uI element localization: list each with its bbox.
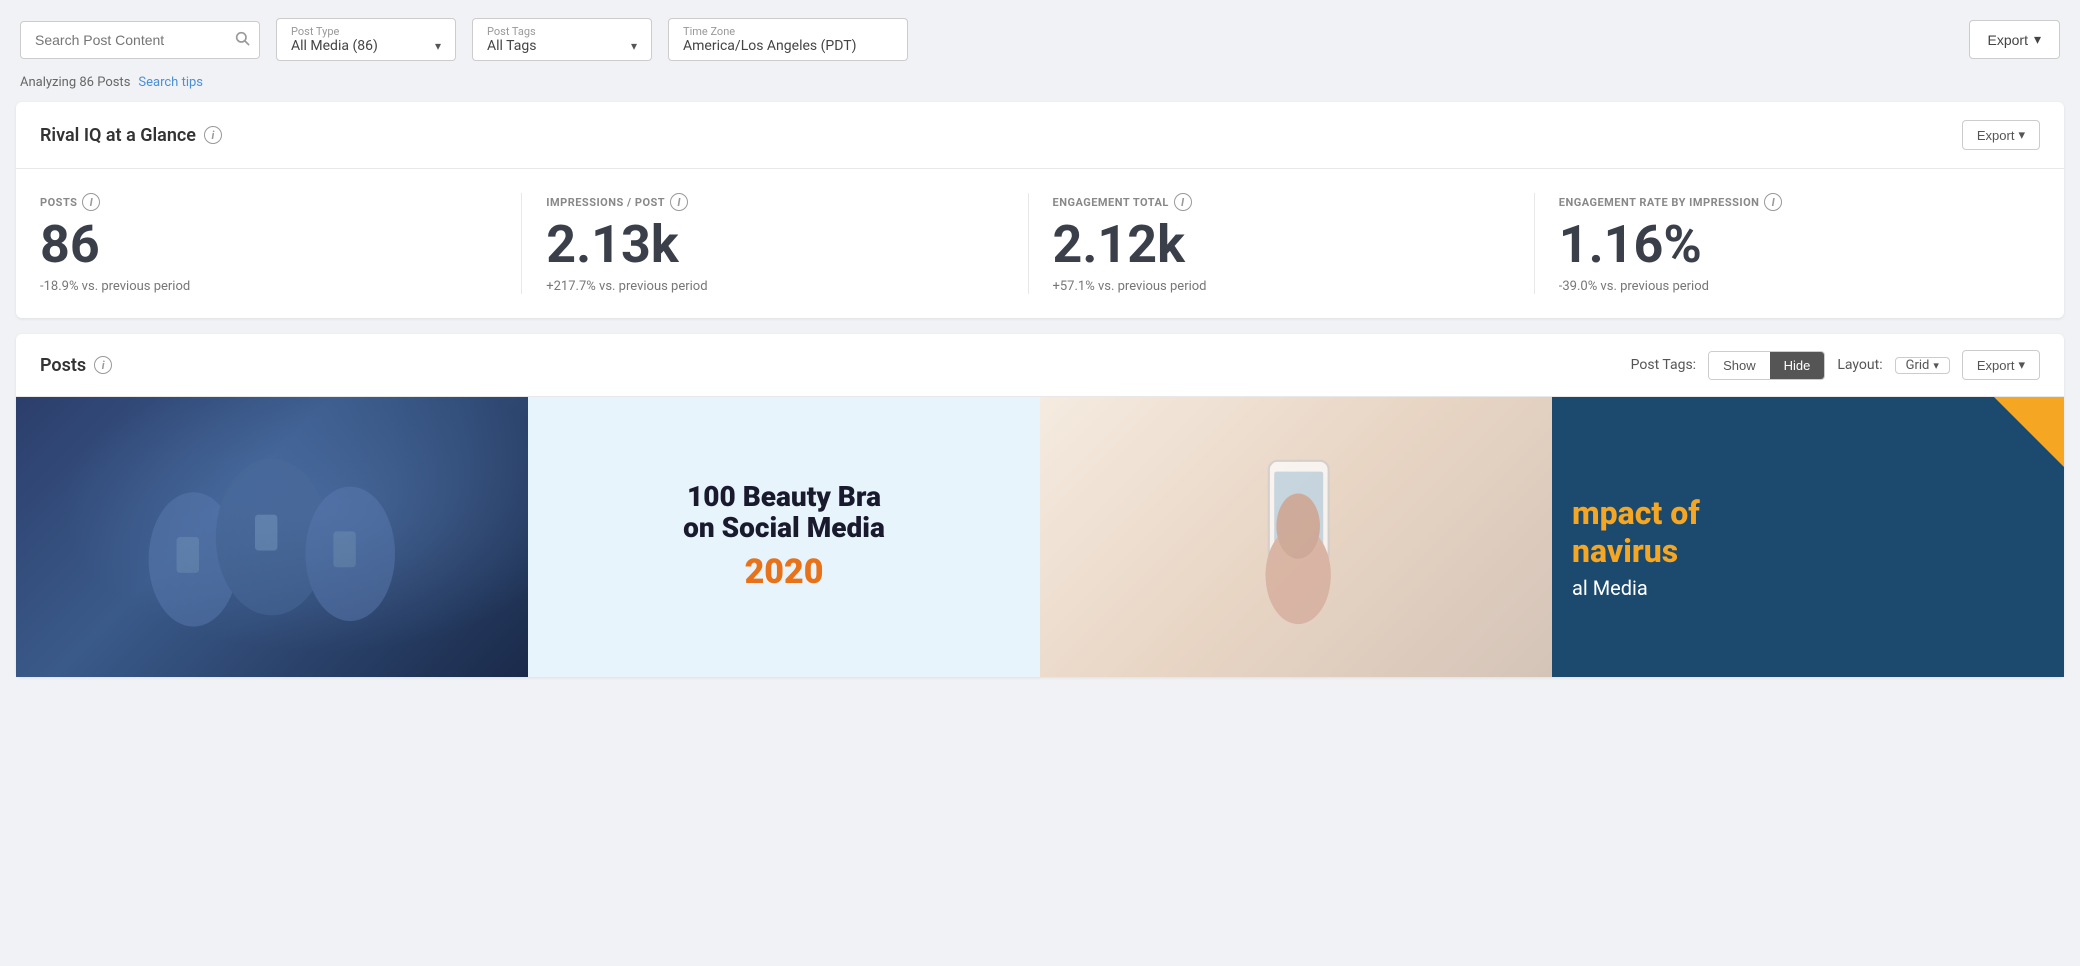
stat-value-engagement-total: 2.12k — [1053, 219, 1510, 271]
posts-info-icon[interactable]: i — [94, 356, 112, 374]
post-thumb-3[interactable] — [1040, 397, 1552, 677]
analyzing-text: Analyzing 86 Posts — [20, 75, 130, 90]
posts-title-wrapper: Posts i — [40, 355, 112, 376]
impact-text-1: mpact of — [1572, 494, 1700, 532]
post-type-dropdown[interactable]: Post Type All Media (86) ▾ — [276, 18, 456, 61]
chevron-down-icon-5: ▾ — [1933, 359, 1939, 372]
search-tips-link[interactable]: Search tips — [138, 75, 203, 90]
search-input[interactable] — [20, 21, 260, 59]
post-image-1 — [16, 397, 528, 677]
chevron-down-icon-4: ▾ — [2018, 127, 2025, 143]
export-button-top[interactable]: Export ▾ — [1969, 20, 2061, 59]
posts-export-label: Export — [1977, 358, 2015, 373]
search-wrapper — [20, 21, 260, 59]
post-tags-value: All Tags ▾ — [487, 38, 637, 54]
post-tags-show-button[interactable]: Show — [1709, 352, 1770, 379]
posts-card: Posts i Post Tags: Show Hide Layout: Gri… — [16, 334, 2064, 677]
layout-grid-label: Grid — [1906, 358, 1930, 373]
stat-label-engagement-rate: ENGAGEMENT RATE BY IMPRESSION i — [1559, 193, 2016, 211]
export-label: Export — [1988, 32, 2028, 48]
stat-label-engagement-total: ENGAGEMENT TOTAL i — [1053, 193, 1510, 211]
stat-label-impressions: IMPRESSIONS / POST i — [546, 193, 1003, 211]
posts-export-button[interactable]: Export ▾ — [1962, 350, 2040, 380]
chevron-down-icon: ▾ — [435, 39, 441, 53]
chevron-down-icon-6: ▾ — [2018, 357, 2025, 373]
stat-label-posts: POSTS i — [40, 193, 497, 211]
timezone-label: Time Zone — [683, 25, 893, 38]
stat-info-icon-rate[interactable]: i — [1764, 193, 1782, 211]
post-type-label: Post Type — [291, 25, 441, 38]
beauty-brands-text-1: 100 Beauty Bra — [687, 480, 881, 513]
glance-export-label: Export — [1977, 128, 2015, 143]
top-bar: Post Type All Media (86) ▾ Post Tags All… — [0, 0, 2080, 71]
stat-change-impressions: +217.7% vs. previous period — [546, 279, 1003, 294]
glance-header: Rival IQ at a Glance i Export ▾ — [16, 102, 2064, 169]
layout-toggle[interactable]: Grid ▾ — [1895, 357, 1950, 374]
post-thumb-2[interactable]: 100 Beauty Bra on Social Media 2020 — [528, 397, 1040, 677]
glance-card: Rival IQ at a Glance i Export ▾ POSTS i … — [16, 102, 2064, 318]
beauty-brands-text-2: on Social Media — [683, 511, 885, 544]
glance-export-button[interactable]: Export ▾ — [1962, 120, 2040, 150]
stat-info-icon-engagement[interactable]: i — [1174, 193, 1192, 211]
timezone-value: America/Los Angeles (PDT) — [683, 38, 893, 54]
glance-info-icon[interactable]: i — [204, 126, 222, 144]
post-image-3 — [1040, 397, 1552, 677]
search-icon — [234, 30, 250, 50]
post-thumb-1[interactable] — [16, 397, 528, 677]
stat-info-icon-impressions[interactable]: i — [670, 193, 688, 211]
stat-cell-engagement-rate: ENGAGEMENT RATE BY IMPRESSION i 1.16% -3… — [1559, 193, 2040, 294]
stat-cell-engagement-total: ENGAGEMENT TOTAL i 2.12k +57.1% vs. prev… — [1053, 193, 1535, 294]
beauty-brands-year: 2020 — [745, 552, 824, 592]
stat-cell-impressions: IMPRESSIONS / POST i 2.13k +217.7% vs. p… — [546, 193, 1028, 294]
post-tags-label: Post Tags — [487, 25, 637, 38]
stat-change-engagement-total: +57.1% vs. previous period — [1053, 279, 1510, 294]
post-tags-hide-button[interactable]: Hide — [1770, 352, 1825, 379]
stat-change-engagement-rate: -39.0% vs. previous period — [1559, 279, 2016, 294]
post-type-value: All Media (86) ▾ — [291, 38, 441, 54]
post-tags-dropdown[interactable]: Post Tags All Tags ▾ — [472, 18, 652, 61]
layout-label: Layout: — [1837, 357, 1882, 373]
post-tags-label-2: Post Tags: — [1631, 357, 1696, 373]
posts-header: Posts i Post Tags: Show Hide Layout: Gri… — [16, 334, 2064, 396]
impact-text-3: al Media — [1572, 576, 1648, 600]
post-image-2: 100 Beauty Bra on Social Media 2020 — [528, 397, 1040, 677]
stat-value-posts: 86 — [40, 219, 497, 271]
stats-row: POSTS i 86 -18.9% vs. previous period IM… — [16, 169, 2064, 318]
posts-title: Posts — [40, 355, 86, 376]
sub-bar: Analyzing 86 Posts Search tips — [0, 71, 2080, 102]
chevron-down-icon-3: ▾ — [2034, 31, 2041, 48]
chevron-down-icon-2: ▾ — [631, 39, 637, 53]
posts-controls: Post Tags: Show Hide Layout: Grid ▾ Expo… — [1631, 350, 2040, 380]
glance-title: Rival IQ at a Glance — [40, 125, 196, 146]
post-image-4: mpact of navirus al Media — [1552, 397, 2064, 677]
glance-title-wrapper: Rival IQ at a Glance i — [40, 125, 222, 146]
posts-grid: 100 Beauty Bra on Social Media 2020 — [16, 396, 2064, 677]
stat-cell-posts: POSTS i 86 -18.9% vs. previous period — [40, 193, 522, 294]
stat-value-engagement-rate: 1.16% — [1559, 219, 2016, 271]
stat-value-impressions: 2.13k — [546, 219, 1003, 271]
post-thumb-4[interactable]: mpact of navirus al Media — [1552, 397, 2064, 677]
stat-info-icon-posts[interactable]: i — [82, 193, 100, 211]
impact-text-2: navirus — [1572, 532, 1678, 570]
stat-change-posts: -18.9% vs. previous period — [40, 279, 497, 294]
timezone-dropdown[interactable]: Time Zone America/Los Angeles (PDT) — [668, 18, 908, 61]
post-tags-toggle: Show Hide — [1708, 351, 1825, 380]
